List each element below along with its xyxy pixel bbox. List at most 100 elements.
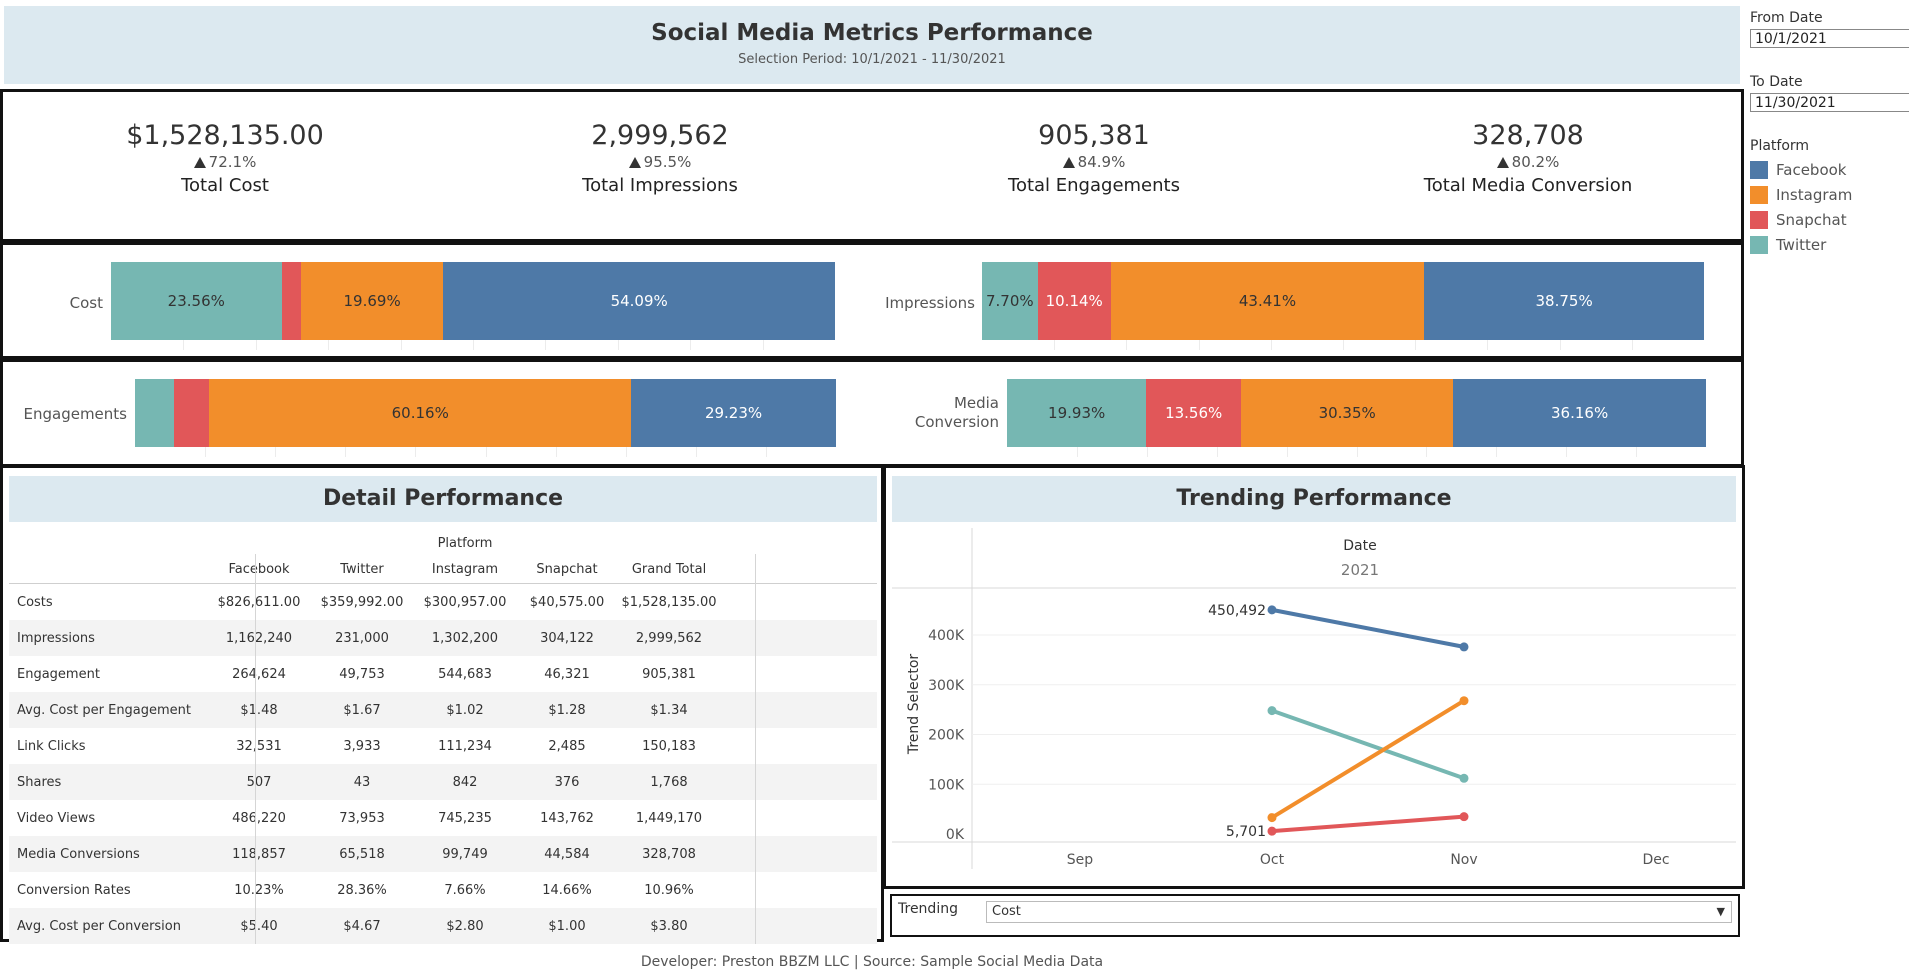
detail-performance-panel: Detail Performance Platform Facebook Twitt… — [0, 465, 884, 944]
dashboard-title: Social Media Metrics Performance — [651, 20, 1093, 46]
bar-segment-twitter[interactable]: 23.56% — [111, 262, 282, 340]
legend-label: Instagram — [1776, 185, 1853, 204]
kpi-total-cost[interactable]: $1,528,135.00 72.1% Total Cost — [75, 120, 375, 196]
table-row[interactable]: Video Views 486,220 73,953 745,235 143,762 1,… — [9, 800, 877, 836]
column-header[interactable]: Instagram — [415, 562, 515, 577]
trending-dropdown[interactable]: Cost ▼ — [986, 901, 1732, 923]
series-line-facebook[interactable] — [1270, 607, 1466, 649]
kpi-change: 84.9% — [944, 153, 1244, 171]
media-conversion-share-bar[interactable]: 19.93% 13.56% 30.35% 36.16% — [1007, 379, 1706, 457]
bar-segment-snapchat[interactable] — [281, 262, 301, 340]
table-row[interactable]: Link Clicks 32,531 3,933 111,234 2,485 150,18… — [9, 728, 877, 764]
series-point-twitter[interactable] — [1267, 706, 1277, 716]
filters-panel: From Date 10/1/2021 To Date 11/30/2021 P… — [1750, 10, 1909, 257]
row-metric-name: Engagement — [17, 666, 100, 682]
bar-segment-facebook[interactable]: 36.16% — [1453, 379, 1706, 447]
column-header[interactable]: Grand Total — [619, 562, 719, 577]
trend-line-chart[interactable]: Date 2021 Trend Selector 0K 100K 200K 300K 4… — [886, 524, 1742, 884]
bar-segment-facebook[interactable]: 54.09% — [443, 262, 835, 340]
from-date-input[interactable]: 10/1/2021 — [1750, 29, 1909, 48]
bar-label-impressions: Impressions — [885, 294, 975, 312]
table-cell: 10.23% — [234, 882, 284, 898]
date-header: Date — [1343, 538, 1376, 554]
series-point-instagram[interactable] — [1267, 813, 1277, 823]
bar-segment-facebook[interactable]: 38.75% — [1424, 262, 1704, 340]
column-divider — [755, 554, 756, 944]
table-cell: 46,321 — [544, 666, 590, 682]
table-cell: 65,518 — [339, 846, 385, 862]
bar-segment-instagram[interactable]: 30.35% — [1241, 379, 1454, 447]
table-cell: 1,449,170 — [635, 810, 703, 826]
bar-segment-instagram[interactable]: 60.16% — [209, 379, 632, 447]
series-line-twitter[interactable] — [1270, 708, 1466, 781]
column-header[interactable]: Snapchat — [517, 562, 617, 577]
table-row[interactable]: Shares 507 43 842 376 1,768 — [9, 764, 877, 800]
bar-segment-snapchat[interactable]: 13.56% — [1146, 379, 1242, 447]
kpi-total-engagements[interactable]: 905,381 84.9% Total Engagements — [944, 120, 1244, 196]
bar-segment-instagram[interactable]: 19.69% — [300, 262, 444, 340]
impressions-share-bar[interactable]: 7.70% 10.14% 43.41% 38.75% — [982, 262, 1704, 350]
column-header[interactable]: Facebook — [209, 562, 309, 577]
platform-legend: Facebook Instagram Snapchat Twitter — [1750, 157, 1909, 257]
kpi-value: 328,708 — [1472, 120, 1584, 151]
x-tick-label: Nov — [1450, 852, 1477, 868]
series-line-instagram[interactable] — [1270, 698, 1466, 820]
column-header[interactable]: Twitter — [312, 562, 412, 577]
series-point-snapchat[interactable] — [1267, 826, 1277, 836]
kpi-total-media-conversion[interactable]: 328,708 80.2% Total Media Conversion — [1378, 120, 1678, 196]
table-cell: 32,531 — [236, 738, 282, 754]
bar-segment-snapchat[interactable] — [173, 379, 210, 447]
table-cell: 1,302,200 — [431, 630, 499, 646]
legend-item-facebook[interactable]: Facebook — [1750, 157, 1909, 182]
kpi-label: Total Impressions — [582, 175, 738, 196]
to-date-label: To Date — [1750, 74, 1803, 90]
bar-segment-instagram[interactable]: 43.41% — [1110, 262, 1425, 340]
platform-group-header: Platform — [437, 536, 493, 551]
series-line-snapchat[interactable] — [1270, 814, 1466, 834]
table-cell: 143,762 — [540, 810, 594, 826]
table-row[interactable]: Avg. Cost per Conversion $5.40 $4.67 $2.80 $… — [9, 908, 877, 944]
cost-share-bar[interactable]: 23.56% 19.69% 54.09% — [111, 262, 835, 350]
table-row[interactable]: Engagement 264,624 49,753 544,683 46,321 905,… — [9, 656, 877, 692]
bar-segment-facebook[interactable]: 29.23% — [631, 379, 836, 447]
series-point-facebook[interactable] — [1267, 605, 1277, 615]
table-cell: 150,183 — [642, 738, 696, 754]
table-row[interactable]: Impressions 1,162,240 231,000 1,302,200 304,… — [9, 620, 877, 656]
table-cell: 231,000 — [335, 630, 389, 646]
legend-label: Twitter — [1776, 235, 1827, 254]
up-triangle-icon — [628, 157, 641, 168]
to-date-input[interactable]: 11/30/2021 — [1750, 93, 1909, 112]
bar-segment-label: 13.56% — [1165, 404, 1223, 422]
x-tick-label: Dec — [1642, 852, 1669, 868]
legend-item-snapchat[interactable]: Snapchat — [1750, 207, 1909, 232]
series-point-instagram[interactable] — [1459, 696, 1469, 706]
trending-selected-value: Cost — [992, 904, 1021, 919]
legend-item-twitter[interactable]: Twitter — [1750, 232, 1909, 257]
table-cell: 28.36% — [337, 882, 387, 898]
up-triangle-icon — [1496, 157, 1509, 168]
table-row[interactable]: Costs $826,611.00 $359,992.00 $300,957.00 $4… — [9, 584, 877, 620]
row-metric-name: Media Conversions — [17, 846, 140, 862]
row-metric-name: Link Clicks — [17, 738, 86, 754]
bar-segment-twitter[interactable] — [135, 379, 174, 447]
series-point-twitter[interactable] — [1459, 773, 1469, 783]
series-point-facebook[interactable] — [1459, 642, 1469, 652]
bar-segment-snapchat[interactable]: 10.14% — [1037, 262, 1111, 340]
table-row[interactable]: Avg. Cost per Engagement $1.48 $1.67 $1.02 $… — [9, 692, 877, 728]
bar-segment-label: 23.56% — [167, 292, 225, 310]
table-cell: $5.40 — [240, 918, 278, 934]
series-point-snapchat[interactable] — [1459, 812, 1469, 822]
row-metric-name: Video Views — [17, 810, 96, 826]
table-cell: $3.80 — [650, 918, 688, 934]
table-row[interactable]: Conversion Rates 10.23% 28.36% 7.66% 14.66% 1… — [9, 872, 877, 908]
engagements-share-bar[interactable]: 60.16% 29.23% — [135, 379, 836, 457]
bar-segment-twitter[interactable]: 19.93% — [1007, 379, 1147, 447]
kpi-total-impressions[interactable]: 2,999,562 95.5% Total Impressions — [510, 120, 810, 196]
row-metric-name: Avg. Cost per Engagement — [17, 702, 192, 718]
x-tick-label: Oct — [1260, 852, 1285, 868]
bar-segment-twitter[interactable]: 7.70% — [982, 262, 1038, 340]
table-row[interactable]: Media Conversions 118,857 65,518 99,749 44,5… — [9, 836, 877, 872]
table-cell: 376 — [554, 774, 580, 790]
legend-item-instagram[interactable]: Instagram — [1750, 182, 1909, 207]
bar-segment-label: 7.70% — [985, 292, 1034, 310]
